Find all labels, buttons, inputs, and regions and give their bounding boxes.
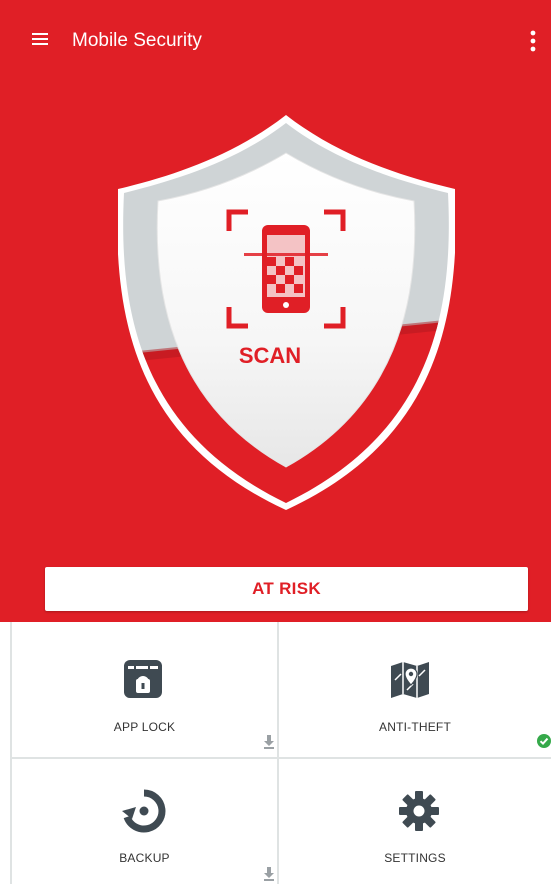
grid-divider-vertical [277,622,279,884]
scan-button[interactable]: SCAN [160,175,380,440]
backup-restore-icon [122,789,166,833]
status-button[interactable]: AT RISK [45,567,528,611]
app-title: Mobile Security [72,30,202,51]
map-pin-icon [391,662,429,698]
app-bar: Mobile Security [0,0,551,80]
header-panel: Mobile Security SCAN AT RISK [0,0,551,622]
menu-button[interactable] [22,22,58,58]
mobile-security-screen: Mobile Security SCAN AT RISK APP LOCK AN… [0,0,551,884]
tile-label-backup: BACKUP [119,851,170,865]
hamburger-menu-icon [32,33,48,45]
download-icon [264,867,274,881]
tile-anti-theft[interactable]: ANTI-THEFT [279,624,551,757]
scan-label: SCAN [238,343,302,368]
overflow-menu-button[interactable] [520,22,548,60]
tile-backup[interactable]: BACKUP [12,759,277,884]
tile-label-settings: SETTINGS [384,851,446,865]
app-lock-icon [124,660,162,698]
phone-scan-icon [226,209,346,329]
check-circle-icon [537,734,551,748]
tile-app-lock[interactable]: APP LOCK [12,624,277,757]
gear-icon [399,791,439,831]
tile-label-anti-theft: ANTI-THEFT [379,720,451,734]
status-label: AT RISK [252,579,321,598]
more-vertical-icon [530,30,536,52]
grid-divider-horizontal [10,757,551,759]
download-icon [264,735,274,749]
tile-label-app-lock: APP LOCK [113,720,176,734]
tile-settings[interactable]: SETTINGS [279,759,551,884]
